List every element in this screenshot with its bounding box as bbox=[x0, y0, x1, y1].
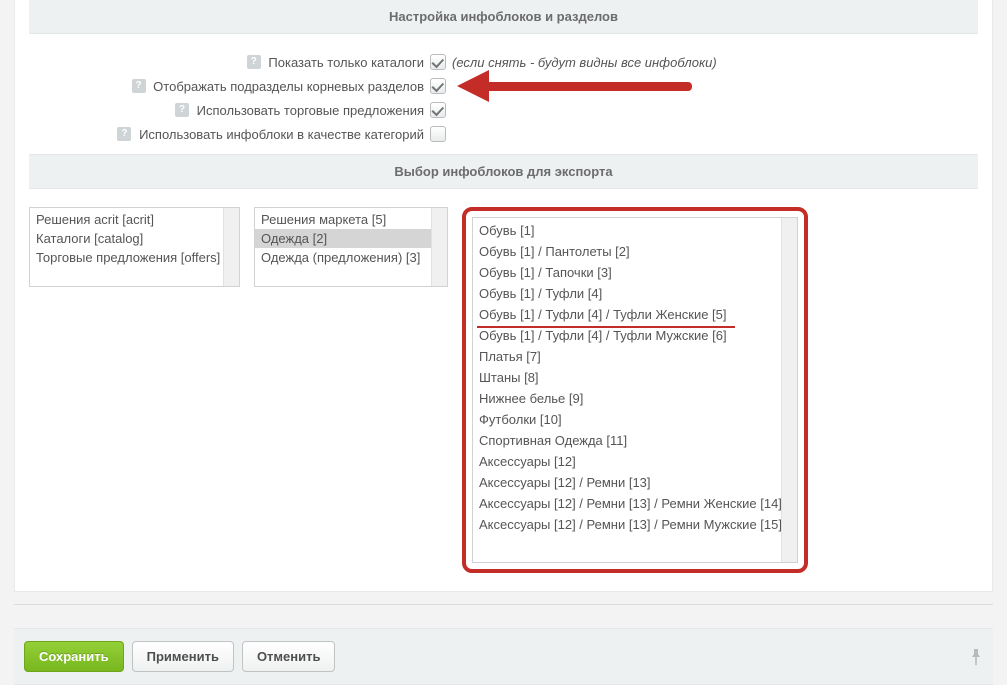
list-item[interactable]: Обувь [1] / Туфли [4] / Туфли Мужские [6… bbox=[473, 325, 782, 346]
list-item[interactable]: Решения acrit [acrit] bbox=[30, 210, 224, 229]
list-item[interactable]: Обувь [1] / Тапочки [3] bbox=[473, 262, 782, 283]
help-icon[interactable]: ? bbox=[132, 79, 146, 93]
list-item[interactable]: Одежда (предложения) [3] bbox=[255, 248, 432, 267]
scrollbar[interactable] bbox=[223, 208, 239, 286]
setting-row-show-catalogs: ? Показать только каталоги (если снять -… bbox=[29, 50, 978, 74]
settings-panel: Настройка инфоблоков и разделов ? Показа… bbox=[14, 0, 993, 592]
settings-block: ? Показать только каталоги (если снять -… bbox=[15, 34, 992, 154]
list-item[interactable]: Обувь [1] / Туфли [4] / Туфли Женские [5… bbox=[473, 304, 782, 325]
scrollbar[interactable] bbox=[431, 208, 447, 286]
cancel-button[interactable]: Отменить bbox=[242, 641, 336, 672]
list-item[interactable]: Нижнее белье [9] bbox=[473, 388, 782, 409]
list-item[interactable]: Аксессуары [12] / Ремни [13] / Ремни Жен… bbox=[473, 493, 782, 514]
section-heading-settings: Настройка инфоблоков и разделов bbox=[29, 0, 978, 34]
help-icon[interactable]: ? bbox=[247, 55, 261, 69]
list-item[interactable]: Платья [7] bbox=[473, 346, 782, 367]
list-item[interactable]: Аксессуары [12] / Ремни [13] bbox=[473, 472, 782, 493]
setting-label: ? Отображать подразделы корневых раздело… bbox=[29, 79, 430, 94]
checkbox-show-subsections[interactable] bbox=[430, 78, 446, 94]
list-item[interactable]: Обувь [1] / Туфли [4] bbox=[473, 283, 782, 304]
label-text: Использовать инфоблоки в качестве катего… bbox=[139, 127, 424, 142]
list-item[interactable]: Аксессуары [12] / Ремни [13] / Ремни Муж… bbox=[473, 514, 782, 535]
listbox-inner: Решения acrit [acrit] Каталоги [catalog]… bbox=[30, 208, 224, 286]
help-icon[interactable]: ? bbox=[117, 127, 131, 141]
setting-label: ? Использовать инфоблоки в качестве кате… bbox=[29, 127, 430, 142]
list-item[interactable]: Футболки [10] bbox=[473, 409, 782, 430]
setting-label: ? Использовать торговые предложения bbox=[29, 103, 430, 118]
pin-icon[interactable] bbox=[969, 649, 983, 665]
checkbox-iblocks-as-categories[interactable] bbox=[430, 126, 446, 142]
divider bbox=[14, 604, 993, 608]
label-text: Использовать торговые предложения bbox=[197, 103, 424, 118]
list-item[interactable]: Обувь [1] bbox=[473, 220, 782, 241]
checkbox-trade-offers[interactable] bbox=[430, 102, 446, 118]
checkbox-show-catalogs[interactable] bbox=[430, 54, 446, 70]
setting-label: ? Показать только каталоги bbox=[29, 55, 430, 70]
setting-row-show-subsections: ? Отображать подразделы корневых раздело… bbox=[29, 74, 978, 98]
footer-bar: Сохранить Применить Отменить bbox=[14, 628, 993, 685]
list-item[interactable]: Торговые предложения [offers] bbox=[30, 248, 224, 267]
annotation-underline bbox=[477, 326, 735, 328]
listbox-sections[interactable]: Обувь [1]Обувь [1] / Пантолеты [2]Обувь … bbox=[472, 217, 798, 563]
annotation-highlight-box: Обувь [1]Обувь [1] / Пантолеты [2]Обувь … bbox=[462, 207, 808, 573]
listbox-inner: Решения маркета [5] Одежда [2] Одежда (п… bbox=[255, 208, 432, 286]
list-item[interactable]: Обувь [1] / Пантолеты [2] bbox=[473, 241, 782, 262]
section-heading-export: Выбор инфоблоков для экспорта bbox=[29, 154, 978, 189]
listbox-iblock-types[interactable]: Решения acrit [acrit] Каталоги [catalog]… bbox=[29, 207, 240, 287]
list-item[interactable]: Штаны [8] bbox=[473, 367, 782, 388]
hint-text: (если снять - будут видны все инфоблоки) bbox=[452, 55, 717, 70]
setting-row-iblocks-as-categories: ? Использовать инфоблоки в качестве кате… bbox=[29, 122, 978, 146]
list-item[interactable]: Одежда [2] bbox=[255, 229, 432, 248]
help-icon[interactable]: ? bbox=[175, 103, 189, 117]
apply-button[interactable]: Применить bbox=[132, 641, 234, 672]
list-item[interactable]: Каталоги [catalog] bbox=[30, 229, 224, 248]
label-text: Отображать подразделы корневых разделов bbox=[153, 79, 424, 94]
setting-row-trade-offers: ? Использовать торговые предложения bbox=[29, 98, 978, 122]
list-item[interactable]: Аксессуары [12] bbox=[473, 451, 782, 472]
save-button[interactable]: Сохранить bbox=[24, 641, 124, 672]
selects-row: Решения acrit [acrit] Каталоги [catalog]… bbox=[15, 189, 992, 577]
scrollbar[interactable] bbox=[781, 218, 797, 562]
listbox-iblocks[interactable]: Решения маркета [5] Одежда [2] Одежда (п… bbox=[254, 207, 448, 287]
list-item[interactable]: Решения маркета [5] bbox=[255, 210, 432, 229]
listbox-inner: Обувь [1]Обувь [1] / Пантолеты [2]Обувь … bbox=[473, 218, 782, 562]
label-text: Показать только каталоги bbox=[268, 55, 424, 70]
list-item[interactable]: Спортивная Одежда [11] bbox=[473, 430, 782, 451]
